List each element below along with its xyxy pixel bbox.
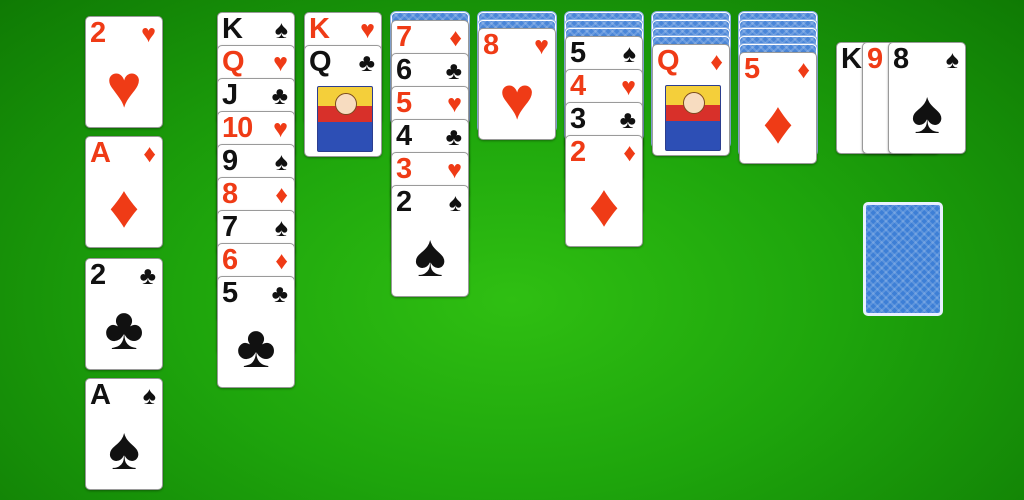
card-rank: 8 xyxy=(893,43,909,75)
card-suit-icon: ♥ xyxy=(273,49,288,77)
card-center-suit-icon: ♦ xyxy=(108,173,140,240)
card-center-suit-icon: ♥ xyxy=(499,65,535,132)
card-center-suit-icon: ♦ xyxy=(588,172,620,239)
card-rank: 5 xyxy=(222,277,238,309)
card-rank: K xyxy=(222,13,243,45)
card-suit-icon: ♣ xyxy=(619,106,636,134)
card-suit-icon: ♥ xyxy=(360,16,375,44)
card-rank: 5 xyxy=(744,53,760,85)
foundation-pile-card[interactable]: 2 ♥ ♥ xyxy=(85,16,163,128)
card-suit-icon: ♥ xyxy=(447,156,462,184)
card-suit-icon: ♣ xyxy=(271,82,288,110)
card-rank: K xyxy=(841,43,862,75)
card-rank: 7 xyxy=(222,211,238,243)
card-rank: 5 xyxy=(570,37,586,69)
card-suit-icon: ♠ xyxy=(622,40,636,68)
card-rank: 4 xyxy=(396,120,412,152)
card-suit-icon: ♦ xyxy=(275,247,288,275)
card-center-suit-icon: ♦ xyxy=(762,89,794,156)
tableau-card[interactable]: Q ♣ xyxy=(304,45,382,157)
card-rank: 9 xyxy=(222,145,238,177)
card-rank: 4 xyxy=(570,70,586,102)
card-suit-icon: ♦ xyxy=(623,139,636,167)
card-suit-icon: ♥ xyxy=(447,90,462,118)
card-center-suit-icon: ♠ xyxy=(911,79,943,146)
card-suit-icon: ♥ xyxy=(621,73,636,101)
card-rank: A xyxy=(90,379,111,411)
card-rank: Q xyxy=(309,46,332,78)
card-suit-icon: ♠ xyxy=(274,214,288,242)
card-suit-icon: ♣ xyxy=(271,280,288,308)
card-center-suit-icon: ♣ xyxy=(104,295,144,362)
card-rank: K xyxy=(309,13,330,45)
card-rank: 2 xyxy=(90,17,106,49)
face-card-art xyxy=(317,86,373,152)
card-suit-icon: ♦ xyxy=(143,140,156,168)
foundation-pile-card[interactable]: A ♠ ♠ xyxy=(85,378,163,490)
queen-head-art xyxy=(683,92,705,114)
card-suit-icon: ♦ xyxy=(710,48,723,76)
card-rank: 3 xyxy=(396,153,412,185)
card-center-suit-icon: ♣ xyxy=(236,313,276,380)
card-rank: A xyxy=(90,137,111,169)
card-suit-icon: ♥ xyxy=(273,115,288,143)
card-suit-icon: ♥ xyxy=(141,20,156,48)
tableau-card[interactable]: 2 ♠ ♠ xyxy=(391,185,469,297)
card-rank: 6 xyxy=(222,244,238,276)
card-rank: Q xyxy=(657,45,680,77)
card-suit-icon: ♣ xyxy=(445,57,462,85)
card-suit-icon: ♦ xyxy=(449,24,462,52)
card-rank: 6 xyxy=(396,54,412,86)
foundation-pile-card[interactable]: A ♦ ♦ xyxy=(85,136,163,248)
card-suit-icon: ♠ xyxy=(142,382,156,410)
waste-card[interactable]: 8 ♠ ♠ xyxy=(888,42,966,154)
card-center-suit-icon: ♠ xyxy=(414,222,446,289)
card-suit-icon: ♦ xyxy=(797,56,810,84)
foundation-pile-card[interactable]: 2 ♣ ♣ xyxy=(85,258,163,370)
tableau-card[interactable]: 5 ♣ ♣ xyxy=(217,276,295,388)
card-rank: 2 xyxy=(570,136,586,168)
card-suit-icon: ♠ xyxy=(448,189,462,217)
queen-head-art xyxy=(335,93,357,115)
card-rank: 7 xyxy=(396,21,412,53)
card-center-suit-icon: ♥ xyxy=(106,53,142,120)
card-suit-icon: ♠ xyxy=(945,46,959,74)
stock-pile[interactable] xyxy=(863,202,943,316)
card-rank: 8 xyxy=(222,178,238,210)
card-rank: 5 xyxy=(396,87,412,119)
card-suit-icon: ♠ xyxy=(274,16,288,44)
card-center-suit-icon: ♠ xyxy=(108,415,140,482)
card-rank: 2 xyxy=(90,259,106,291)
face-card-art xyxy=(665,85,721,151)
card-suit-icon: ♦ xyxy=(275,181,288,209)
tableau-card[interactable]: 2 ♦ ♦ xyxy=(565,135,643,247)
card-suit-icon: ♣ xyxy=(445,123,462,151)
card-suit-icon: ♣ xyxy=(358,49,375,77)
card-suit-icon: ♣ xyxy=(139,262,156,290)
card-rank: Q xyxy=(222,46,245,78)
tableau-card[interactable]: 8 ♥ ♥ xyxy=(478,28,556,140)
card-rank: 10 xyxy=(222,112,253,144)
card-suit-icon: ♥ xyxy=(534,32,549,60)
tableau-card[interactable]: 5 ♦ ♦ xyxy=(739,52,817,164)
card-suit-icon: ♠ xyxy=(274,148,288,176)
tableau-card[interactable]: Q ♦ xyxy=(652,44,730,156)
card-rank: 8 xyxy=(483,29,499,61)
card-rank: J xyxy=(222,79,238,111)
card-rank: 3 xyxy=(570,103,586,135)
card-rank: 2 xyxy=(396,186,412,218)
card-rank: 9 xyxy=(867,43,883,75)
